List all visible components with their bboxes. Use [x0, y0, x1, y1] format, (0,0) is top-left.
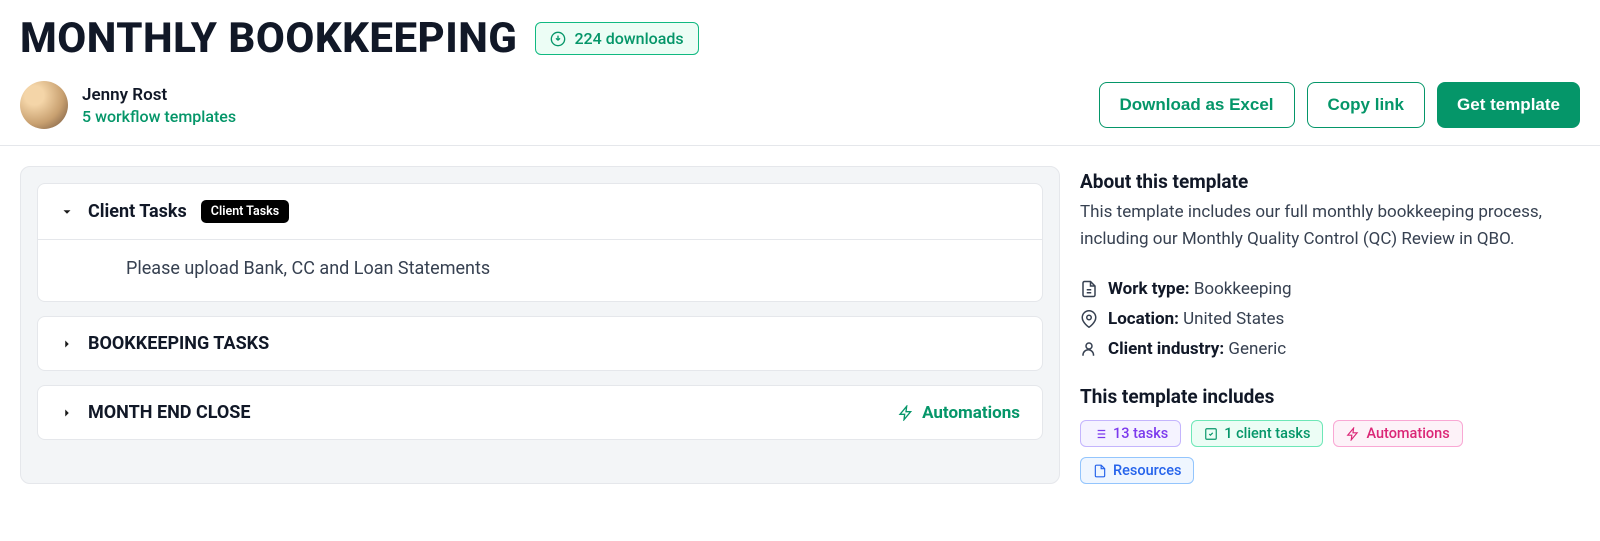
meta-label: Client industry: — [1108, 339, 1224, 359]
chip-tasks: 13 tasks — [1080, 420, 1181, 447]
sections-panel: Client Tasks Client Tasks Please upload … — [20, 166, 1060, 484]
list-icon — [1093, 427, 1107, 441]
chip-automations: Automations — [1333, 420, 1462, 447]
person-icon — [1080, 340, 1098, 358]
file-icon — [1093, 464, 1107, 478]
caret-right-icon — [60, 337, 74, 351]
chip-label: 13 tasks — [1113, 425, 1168, 442]
section-title: MONTH END CLOSE — [88, 402, 251, 423]
section-title: BOOKKEEPING TASKS — [88, 333, 269, 354]
get-template-button[interactable]: Get template — [1437, 82, 1580, 128]
chip-label: Resources — [1113, 462, 1181, 479]
location-icon — [1080, 310, 1098, 328]
client-tasks-chip: Client Tasks — [201, 200, 289, 223]
caret-down-icon — [60, 205, 74, 219]
meta-value: United States — [1183, 309, 1284, 329]
automations-link[interactable]: Automations — [898, 403, 1020, 423]
section-client-tasks: Client Tasks Client Tasks Please upload … — [37, 183, 1043, 302]
avatar — [20, 81, 68, 129]
meta-work-type: Work type: Bookkeeping — [1080, 279, 1580, 299]
includes-title: This template includes — [1080, 385, 1580, 408]
lightning-icon — [898, 405, 914, 421]
about-text: This template includes our full monthly … — [1080, 199, 1580, 253]
section-header-month-end[interactable]: MONTH END CLOSE Automations — [38, 386, 1042, 439]
meta-label: Location: — [1108, 309, 1179, 329]
page-title: MONTHLY BOOKKEEPING — [20, 14, 517, 63]
chip-label: 1 client tasks — [1224, 425, 1310, 442]
about-panel: About this template This template includ… — [1080, 166, 1580, 484]
about-title: About this template — [1080, 170, 1580, 193]
chip-label: Automations — [1366, 425, 1449, 442]
task-item[interactable]: Please upload Bank, CC and Loan Statemen… — [38, 239, 1042, 301]
downloads-count: 224 downloads — [574, 29, 683, 48]
meta-value: Bookkeeping — [1194, 279, 1292, 299]
section-header-bookkeeping[interactable]: BOOKKEEPING TASKS — [38, 317, 1042, 370]
copy-link-button[interactable]: Copy link — [1307, 82, 1426, 128]
author-subtitle[interactable]: 5 workflow templates — [82, 107, 236, 126]
section-title: Client Tasks — [88, 201, 187, 222]
meta-location: Location: United States — [1080, 309, 1580, 329]
download-icon — [550, 31, 566, 47]
chip-client-tasks: 1 client tasks — [1191, 420, 1323, 447]
chip-resources: Resources — [1080, 457, 1194, 484]
meta-value: Generic — [1228, 339, 1286, 359]
section-month-end-close: MONTH END CLOSE Automations — [37, 385, 1043, 440]
download-excel-button[interactable]: Download as Excel — [1099, 82, 1295, 128]
document-icon — [1080, 280, 1098, 298]
check-square-icon — [1204, 427, 1218, 441]
meta-label: Work type: — [1108, 279, 1190, 299]
downloads-badge: 224 downloads — [535, 22, 698, 55]
section-header-client-tasks[interactable]: Client Tasks Client Tasks — [38, 184, 1042, 239]
lightning-icon — [1346, 427, 1360, 441]
author-block[interactable]: Jenny Rost 5 workflow templates — [20, 81, 236, 129]
caret-right-icon — [60, 406, 74, 420]
automations-label: Automations — [922, 403, 1020, 423]
section-bookkeeping-tasks: BOOKKEEPING TASKS — [37, 316, 1043, 371]
author-name: Jenny Rost — [82, 85, 236, 105]
meta-industry: Client industry: Generic — [1080, 339, 1580, 359]
